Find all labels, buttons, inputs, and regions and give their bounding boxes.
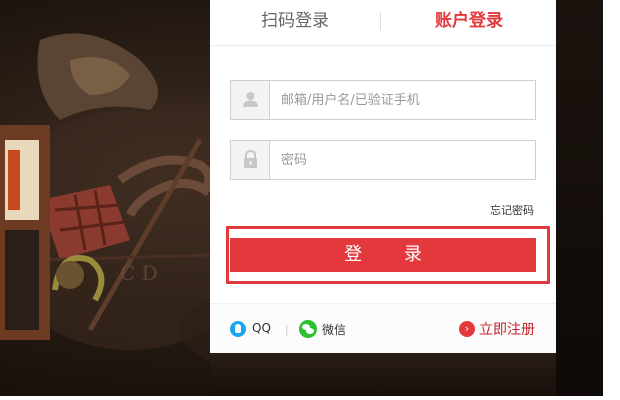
- background-below-panel: [210, 353, 556, 396]
- username-field: [230, 80, 536, 120]
- background-right-edge: [556, 0, 603, 396]
- login-panel: 扫码登录 账户登录 忘记密码 登 录 QQ | 微信 ›: [210, 0, 556, 353]
- page-margin-bottom: [0, 396, 620, 400]
- qq-icon[interactable]: [230, 321, 246, 337]
- login-tabs: 扫码登录 账户登录: [210, 0, 556, 46]
- register-arrow-icon[interactable]: ›: [459, 321, 475, 337]
- lock-icon: [231, 141, 270, 179]
- password-input[interactable]: [271, 141, 535, 179]
- register-link[interactable]: 立即注册: [479, 319, 535, 339]
- tab-account-login[interactable]: 账户登录: [382, 8, 556, 34]
- login-button[interactable]: 登 录: [230, 238, 536, 272]
- tab-qr-login[interactable]: 扫码登录: [210, 8, 380, 34]
- login-footer: QQ | 微信 › 立即注册: [210, 303, 556, 353]
- qq-login-link[interactable]: QQ: [252, 321, 271, 335]
- page-margin-right: [603, 0, 620, 400]
- password-field: [230, 140, 536, 180]
- svg-text:C D: C D: [120, 261, 158, 285]
- user-icon: [231, 81, 270, 119]
- footer-separator: |: [285, 323, 289, 336]
- tab-divider: [380, 12, 381, 30]
- username-input[interactable]: [271, 81, 535, 119]
- forgot-password-link[interactable]: 忘记密码: [490, 202, 534, 218]
- wechat-login-link[interactable]: 微信: [322, 321, 346, 338]
- wechat-icon[interactable]: [299, 320, 317, 338]
